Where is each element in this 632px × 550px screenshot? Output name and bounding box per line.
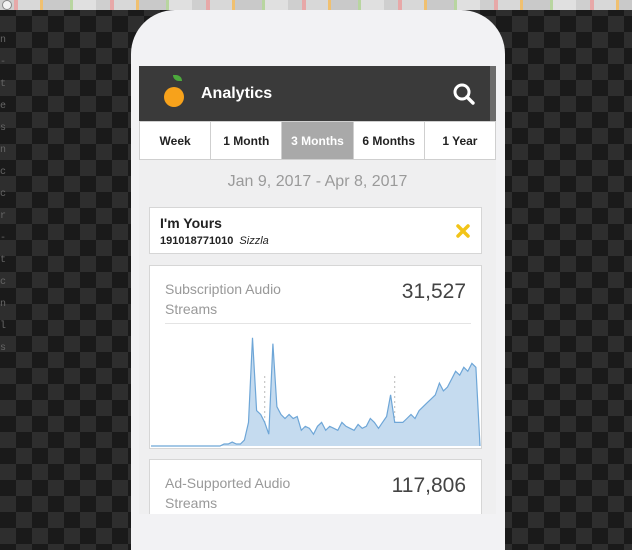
window-control-dot[interactable] — [2, 0, 12, 10]
song-title: I'm Yours — [160, 215, 222, 231]
stat-value: 117,806 — [391, 474, 466, 497]
tab-week[interactable]: Week — [140, 122, 212, 159]
app-screen: Analytics Week 1 Month 3 Months 6 Months… — [139, 66, 496, 514]
song-id-line: 191018771010 Sizzla — [160, 235, 269, 247]
background-text-fragments: n-tesnccr-tcnls — [0, 35, 7, 354]
stat-card-ad-supported: Ad-Supported Audio Streams 117,806 — [149, 459, 482, 514]
song-card: I'm Yours 191018771010 Sizzla — [149, 207, 482, 254]
period-tabs: Week 1 Month 3 Months 6 Months 1 Year — [139, 121, 496, 160]
date-range: Jan 9, 2017 - Apr 8, 2017 — [227, 173, 408, 190]
song-id: 191018771010 — [160, 235, 234, 247]
stat-card-subscription: Subscription Audio Streams 31,527 — [149, 265, 482, 449]
browser-tab-strip — [0, 0, 632, 10]
tab-1-year[interactable]: 1 Year — [425, 122, 495, 159]
divider — [165, 323, 471, 324]
tab-1-month[interactable]: 1 Month — [211, 122, 283, 159]
streams-area-chart — [151, 337, 481, 447]
orange-fruit-icon — [164, 86, 184, 107]
tab-3-months[interactable]: 3 Months — [282, 122, 354, 159]
scrollbar[interactable] — [490, 66, 496, 121]
close-x-icon[interactable] — [455, 223, 471, 239]
app-title: Analytics — [201, 84, 273, 102]
app-header: Analytics — [139, 66, 496, 121]
song-artist: Sizzla — [239, 235, 269, 247]
stat-label: Ad-Supported Audio Streams — [165, 475, 291, 511]
stat-label: Subscription Audio Streams — [165, 281, 281, 317]
stat-value: 31,527 — [401, 280, 466, 303]
leaf-icon — [173, 75, 182, 81]
search-icon[interactable] — [452, 82, 476, 106]
tab-6-months[interactable]: 6 Months — [354, 122, 425, 159]
